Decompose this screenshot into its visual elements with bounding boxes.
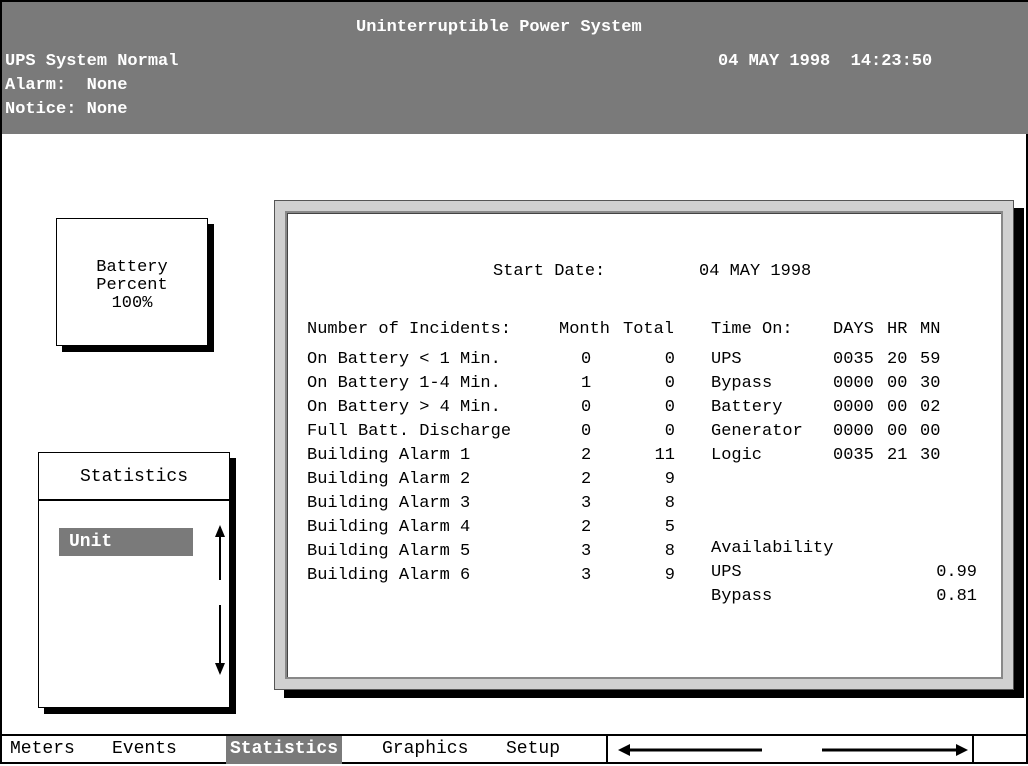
availability-value: 0.81 [936,587,977,606]
date-time: 04 MAY 1998 14:23:50 [718,52,933,71]
tab-setup[interactable]: Setup [506,736,560,764]
battery-percent-value: 100% [111,294,153,313]
battery-label-1: Battery [96,258,168,277]
statistics-panel-content: Start Date: 04 MAY 1998 Number of Incide… [285,211,1003,679]
time-on-hours: 00 [887,398,908,417]
incident-month-count: 2 [581,518,592,537]
incident-name: Building Alarm 1 [307,446,471,465]
incident-month-count: 2 [581,470,592,489]
incident-total-count: 8 [664,542,675,561]
incident-total-count: 0 [664,350,675,369]
incidents-header-total: Total [623,320,675,339]
incident-total-count: 0 [664,398,675,417]
incident-name: Building Alarm 2 [307,470,471,489]
incident-total-count: 11 [654,446,675,465]
battery-label-2: Percent [96,276,168,295]
time-on-days: 0035 [833,446,874,465]
start-date-label: Start Date: [493,262,606,281]
incident-total-count: 5 [664,518,675,537]
incident-total-count: 9 [664,470,675,489]
time-on-days: 0000 [833,398,874,417]
scroll-divider-right [972,736,974,764]
time-on-header-days: DAYS [833,320,874,339]
time-on-name: Battery [711,398,783,417]
time-on-header-label: Time On: [711,320,793,339]
system-status: UPS System Normal [5,52,179,71]
incident-total-count: 8 [664,494,675,513]
availability-value: 0.99 [936,563,977,582]
time-on-hours: 20 [887,350,908,369]
tab-statistics[interactable]: Statistics [226,736,343,764]
time-on-hours: 00 [887,422,908,441]
incident-month-count: 0 [581,422,592,441]
incident-month-count: 2 [581,446,592,465]
app-title: Uninterruptible Power System [356,18,642,37]
scroll-divider-left [606,736,608,764]
time-on-days: 0000 [833,422,874,441]
incident-name: Building Alarm 5 [307,542,471,561]
availability-label: Availability [711,539,834,558]
time-on-header-hr: HR [887,320,908,339]
time-on-minutes: 30 [920,374,941,393]
notice-status: Notice: None [5,100,128,119]
incident-total-count: 9 [664,566,675,585]
incident-total-count: 0 [664,374,675,393]
time-on-hours: 00 [887,374,908,393]
tab-meters[interactable]: Meters [10,736,75,764]
time-on-name: Generator [711,422,803,441]
horizontal-scroll-arrows[interactable] [618,742,968,758]
incident-month-count: 1 [581,374,592,393]
incident-name: Building Alarm 4 [307,518,471,537]
statistics-menu: Statistics Unit [38,452,230,708]
statistics-menu-title: Statistics [79,467,189,487]
time-on-header-mn: MN [920,320,941,339]
incidents-header-month: Month [559,320,611,339]
menu-item-unit[interactable]: Unit [59,528,193,556]
incident-name: On Battery > 4 Min. [307,398,501,417]
incident-month-count: 3 [581,566,592,585]
battery-percent-box: Battery Percent 100% [56,218,208,346]
incident-name: Full Batt. Discharge [307,422,512,441]
menu-divider [39,499,229,501]
time-on-days: 0035 [833,350,874,369]
time-on-name: Logic [711,446,763,465]
start-date-value: 04 MAY 1998 [699,262,812,281]
time-on-name: Bypass [711,374,773,393]
header-bar: Uninterruptible Power System UPS System … [2,2,1028,134]
time-on-minutes: 59 [920,350,941,369]
bottom-tab-bar: Meters Events Statistics Graphics Setup [2,734,1028,766]
availability-name: UPS [711,563,742,582]
time-on-hours: 21 [887,446,908,465]
time-on-minutes: 30 [920,446,941,465]
time-on-minutes: 02 [920,398,941,417]
incident-total-count: 0 [664,422,675,441]
menu-scrollbar[interactable] [214,525,226,675]
tab-graphics[interactable]: Graphics [382,736,468,764]
incidents-header-label: Number of Incidents: [307,320,512,339]
incident-month-count: 0 [581,398,592,417]
availability-name: Bypass [711,587,773,606]
incident-name: On Battery 1-4 Min. [307,374,501,393]
incident-month-count: 3 [581,542,592,561]
time-on-name: UPS [711,350,742,369]
incident-name: On Battery < 1 Min. [307,350,501,369]
statistics-panel: Start Date: 04 MAY 1998 Number of Incide… [274,200,1014,690]
tab-events[interactable]: Events [112,736,177,764]
time-on-days: 0000 [833,374,874,393]
incident-month-count: 0 [581,350,592,369]
alarm-status: Alarm: None [5,76,128,95]
incident-name: Building Alarm 3 [307,494,471,513]
incident-month-count: 3 [581,494,592,513]
incident-name: Building Alarm 6 [307,566,471,585]
scroll-right-arrow-icon [956,744,968,756]
time-on-minutes: 00 [920,422,941,441]
